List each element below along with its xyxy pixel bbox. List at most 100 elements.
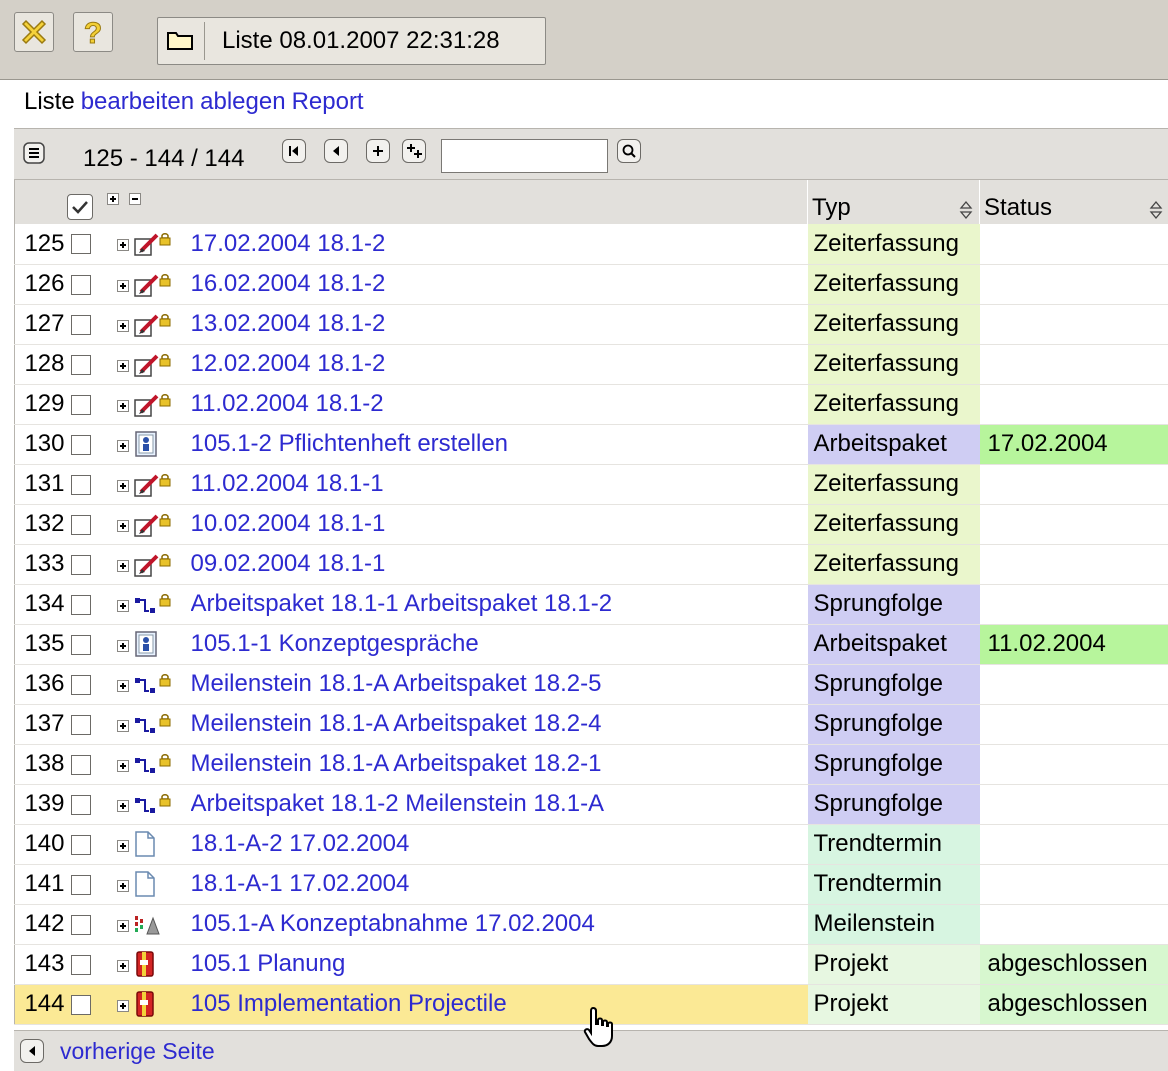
- collapse-all-icon[interactable]: [129, 193, 142, 205]
- row-name-cell[interactable]: Arbeitspaket 18.1-2 Meilenstein 18.1-A: [190, 784, 808, 825]
- table-row[interactable]: 135 105.1-1 Konzeptgespräche Arbeitspaket 1…: [14, 624, 1168, 665]
- list-title-button[interactable]: Liste 08.01.2007 22:31:28: [157, 17, 546, 65]
- row-name-cell[interactable]: 10.02.2004 18.1-1: [190, 504, 808, 545]
- row-checkbox[interactable]: [70, 874, 91, 895]
- row-expand-cell[interactable]: [106, 744, 133, 785]
- row-name-link[interactable]: Meilenstein 18.1-A Arbeitspaket 18.2-1: [191, 750, 602, 777]
- search-input[interactable]: [441, 139, 608, 173]
- row-name-link[interactable]: 17.02.2004 18.1-2: [191, 230, 386, 257]
- row-name-cell[interactable]: 105.1-1 Konzeptgespräche: [190, 624, 808, 665]
- table-row[interactable]: 139 Arbeitspaket 18.1-2 Meilenstein 18.1-…: [14, 784, 1168, 825]
- row-name-link[interactable]: 11.02.2004 18.1-2: [191, 390, 384, 417]
- row-expand-cell[interactable]: [106, 504, 133, 545]
- menu-link-ablegen[interactable]: ablegen: [200, 88, 285, 115]
- expand-icon[interactable]: [116, 719, 129, 732]
- row-expand-cell[interactable]: [106, 424, 133, 465]
- table-row[interactable]: 128 12.02.2004 18.1-2 Zeiterfassung: [14, 344, 1168, 385]
- table-row[interactable]: 126 16.02.2004 18.1-2 Zeiterfassung: [14, 264, 1168, 305]
- sort-icon[interactable]: [1149, 200, 1163, 220]
- row-checkbox[interactable]: [70, 674, 91, 695]
- first-page-button[interactable]: [282, 139, 306, 163]
- row-name-cell[interactable]: Arbeitspaket 18.1-1 Arbeitspaket 18.1-2: [190, 584, 808, 625]
- row-expand-cell[interactable]: [106, 304, 133, 345]
- row-checkbox[interactable]: [70, 354, 91, 375]
- row-name-cell[interactable]: Meilenstein 18.1-A Arbeitspaket 18.2-4: [190, 704, 808, 745]
- table-row[interactable]: 125 17.02.2004 18.1-2 Zeiterfassung: [14, 224, 1168, 265]
- close-button[interactable]: [14, 12, 54, 52]
- table-row[interactable]: 127 13.02.2004 18.1-2 Zeiterfassung: [14, 304, 1168, 345]
- row-name-link[interactable]: 12.02.2004 18.1-2: [191, 350, 386, 377]
- row-checkbox[interactable]: [70, 754, 91, 775]
- row-checkbox-cell[interactable]: [66, 984, 107, 1025]
- expand-icon[interactable]: [116, 679, 129, 692]
- row-expand-cell[interactable]: [106, 624, 133, 665]
- row-expand-cell[interactable]: [106, 384, 133, 425]
- row-expand-cell[interactable]: [106, 984, 133, 1025]
- row-name-cell[interactable]: 11.02.2004 18.1-1: [190, 464, 808, 505]
- expand-icon[interactable]: [116, 959, 129, 972]
- menu-link-bearbeiten[interactable]: bearbeiten: [81, 88, 194, 115]
- row-expand-cell[interactable]: [106, 904, 133, 945]
- row-checkbox-cell[interactable]: [66, 224, 107, 265]
- expand-icon[interactable]: [116, 599, 129, 612]
- row-name-cell[interactable]: Meilenstein 18.1-A Arbeitspaket 18.2-5: [190, 664, 808, 705]
- expand-icon[interactable]: [116, 759, 129, 772]
- row-checkbox[interactable]: [70, 274, 91, 295]
- table-row[interactable]: 129 11.02.2004 18.1-2 Zeiterfassung: [14, 384, 1168, 425]
- table-row[interactable]: 134 Arbeitspaket 18.1-1 Arbeitspaket 18.1…: [14, 584, 1168, 625]
- row-checkbox[interactable]: [70, 994, 91, 1015]
- table-row[interactable]: 142 105.1-A Konzeptabnahme 17.02.2004 Meil…: [14, 904, 1168, 945]
- expand-icon[interactable]: [116, 239, 129, 251]
- row-checkbox[interactable]: [70, 434, 91, 455]
- row-name-cell[interactable]: 18.1-A-1 17.02.2004: [190, 864, 808, 905]
- sort-icon[interactable]: [959, 200, 973, 220]
- table-row[interactable]: 136 Meilenstein 18.1-A Arbeitspaket 18.2-…: [14, 664, 1168, 705]
- row-name-cell[interactable]: 105.1-2 Pflichtenheft erstellen: [190, 424, 808, 465]
- row-name-link[interactable]: 18.1-A-1 17.02.2004: [191, 870, 410, 897]
- table-row[interactable]: 140 18.1-A-2 17.02.2004 Trendtermin: [14, 824, 1168, 865]
- table-row[interactable]: 130 105.1-2 Pflichtenheft erstellen Arbeit…: [14, 424, 1168, 465]
- row-name-link[interactable]: 105.1-2 Pflichtenheft erstellen: [191, 430, 509, 457]
- expand-icon[interactable]: [116, 799, 129, 812]
- row-expand-cell[interactable]: [106, 664, 133, 705]
- table-row[interactable]: 143 105.1 Planung Projekt abgeschlossen: [14, 944, 1168, 985]
- row-checkbox-cell[interactable]: [66, 704, 107, 745]
- row-checkbox[interactable]: [70, 314, 91, 335]
- row-checkbox-cell[interactable]: [66, 304, 107, 345]
- table-row[interactable]: 141 18.1-A-1 17.02.2004 Trendtermin: [14, 864, 1168, 905]
- row-checkbox-cell[interactable]: [66, 384, 107, 425]
- expand-icon[interactable]: [116, 559, 129, 572]
- table-row[interactable]: 138 Meilenstein 18.1-A Arbeitspaket 18.2-…: [14, 744, 1168, 785]
- expand-icon[interactable]: [116, 839, 129, 852]
- expand-icon[interactable]: [116, 879, 129, 892]
- table-row[interactable]: 131 11.02.2004 18.1-1 Zeiterfassung: [14, 464, 1168, 505]
- row-name-cell[interactable]: 105 Implementation Projectile: [190, 984, 808, 1025]
- row-checkbox[interactable]: [70, 234, 91, 255]
- table-row[interactable]: 137 Meilenstein 18.1-A Arbeitspaket 18.2-…: [14, 704, 1168, 745]
- row-name-cell[interactable]: 12.02.2004 18.1-2: [190, 344, 808, 385]
- expand-icon[interactable]: [116, 439, 129, 452]
- row-expand-cell[interactable]: [106, 544, 133, 585]
- row-checkbox-cell[interactable]: [66, 464, 107, 505]
- row-checkbox[interactable]: [70, 474, 91, 495]
- row-checkbox-cell[interactable]: [66, 944, 107, 985]
- row-name-cell[interactable]: 09.02.2004 18.1-1: [190, 544, 808, 585]
- row-expand-cell[interactable]: [106, 264, 133, 305]
- row-name-cell[interactable]: 105.1 Planung: [190, 944, 808, 985]
- select-all-checkbox[interactable]: [66, 193, 93, 220]
- header-typ[interactable]: Typ: [807, 180, 980, 224]
- row-expand-cell[interactable]: [106, 344, 133, 385]
- expand-icon[interactable]: [116, 479, 129, 492]
- row-checkbox[interactable]: [70, 634, 91, 655]
- row-checkbox[interactable]: [70, 394, 91, 415]
- row-checkbox[interactable]: [70, 914, 91, 935]
- row-checkbox-cell[interactable]: [66, 584, 107, 625]
- row-checkbox-cell[interactable]: [66, 344, 107, 385]
- row-expand-cell[interactable]: [106, 824, 133, 865]
- row-checkbox-cell[interactable]: [66, 544, 107, 585]
- row-name-cell[interactable]: 18.1-A-2 17.02.2004: [190, 824, 808, 865]
- row-checkbox[interactable]: [70, 714, 91, 735]
- row-checkbox-cell[interactable]: [66, 664, 107, 705]
- row-expand-cell[interactable]: [106, 704, 133, 745]
- row-expand-cell[interactable]: [106, 584, 133, 625]
